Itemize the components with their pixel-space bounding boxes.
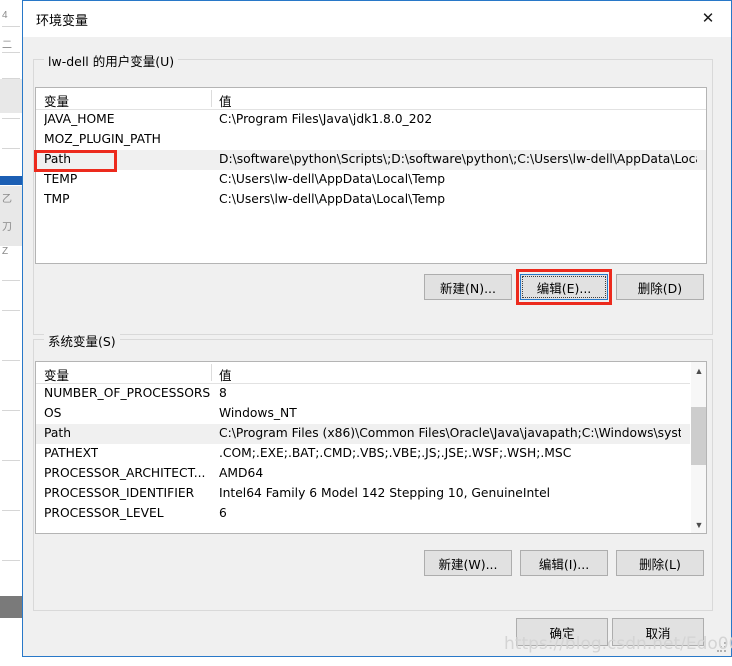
user-variables-legend: lw-dell 的用户变量(U): [44, 51, 179, 70]
chevron-down-icon[interactable]: ▼: [691, 516, 706, 533]
window-title: 环境变量: [36, 14, 89, 29]
cell-variable-name: OS: [44, 406, 62, 420]
user-variables-list[interactable]: 变量 值 JAVA_HOME C:\Program Files\Java\jdk…: [35, 87, 707, 264]
system-variables-legend: 系统变量(S): [44, 331, 120, 350]
chevron-up-icon[interactable]: ▲: [691, 362, 706, 379]
bg-row-text: Z: [2, 246, 9, 257]
system-list-rows: NUMBER_OF_PROCESSORS 8 OS Windows_NT Pat…: [36, 384, 706, 524]
system-list-header: 变量 值: [36, 362, 706, 384]
title-bar: 环境变量 ✕: [23, 1, 731, 37]
cell-variable-value: AMD64: [219, 466, 264, 480]
user-list-rows: JAVA_HOME C:\Program Files\Java\jdk1.8.0…: [36, 110, 706, 210]
cell-variable-name: PATHEXT: [44, 446, 99, 460]
system-col-variable[interactable]: 变量: [44, 365, 69, 384]
table-row[interactable]: OS Windows_NT: [36, 404, 706, 424]
scrollbar-thumb[interactable]: [691, 407, 706, 465]
user-list-header: 变量 值: [36, 88, 706, 110]
table-row[interactable]: NUMBER_OF_PROCESSORS 8: [36, 384, 706, 404]
delete-system-variable-button[interactable]: 删除(L): [616, 550, 704, 576]
bg-row-text: 乙: [2, 194, 12, 205]
cell-variable-name: PROCESSOR_ARCHITECT...: [44, 466, 206, 480]
dialog-body: lw-dell 的用户变量(U) 变量 值 JAVA_HOME C:\Progr…: [23, 37, 731, 656]
user-col-variable[interactable]: 变量: [44, 91, 69, 110]
bg-row-text: 刀: [2, 222, 12, 233]
cell-variable-name: Path: [44, 152, 72, 166]
background-window-sliver: 4 二 乙 刀 Z: [0, 0, 22, 666]
edit-user-variable-button[interactable]: 编辑(E)...: [520, 274, 608, 300]
cell-variable-name: Path: [44, 426, 72, 440]
watermark: https://blog.csdn.net/Edo00700: [504, 634, 732, 654]
delete-system-variable-label: 删除(L): [639, 556, 681, 572]
table-row[interactable]: JAVA_HOME C:\Program Files\Java\jdk1.8.0…: [36, 110, 706, 130]
delete-user-variable-label: 删除(D): [637, 280, 683, 296]
edit-user-variable-label: 编辑(E)...: [536, 280, 592, 296]
cell-variable-value: C:\Program Files\Java\jdk1.8.0_202: [219, 112, 433, 126]
table-row[interactable]: PROCESSOR_IDENTIFIER Intel64 Family 6 Mo…: [36, 484, 706, 504]
new-system-variable-button[interactable]: 新建(W)...: [424, 550, 512, 576]
cell-variable-name: TMP: [44, 192, 70, 206]
table-row[interactable]: TMP C:\Users\lw-dell\AppData\Local\Temp: [36, 190, 706, 210]
edit-system-variable-button[interactable]: 编辑(I)...: [520, 550, 608, 576]
close-icon[interactable]: ✕: [685, 1, 731, 36]
new-system-variable-label: 新建(W)...: [438, 556, 498, 572]
cell-variable-value: D:\software\python\Scripts\;D:\software\…: [219, 152, 697, 166]
cell-variable-value: Windows_NT: [219, 406, 297, 420]
cell-variable-name: TEMP: [44, 172, 78, 186]
cell-variable-value: 8: [219, 386, 227, 400]
cell-variable-value: C:\Users\lw-dell\AppData\Local\Temp: [219, 192, 446, 206]
cell-variable-value: Intel64 Family 6 Model 142 Stepping 10, …: [219, 486, 551, 500]
user-col-value[interactable]: 值: [219, 91, 232, 110]
cell-variable-name: MOZ_PLUGIN_PATH: [44, 132, 161, 146]
environment-variables-dialog: 环境变量 ✕ lw-dell 的用户变量(U) 变量 值 JAVA_HOME C…: [22, 0, 732, 657]
bg-row-text: 4: [2, 10, 8, 21]
table-row[interactable]: TEMP C:\Users\lw-dell\AppData\Local\Temp: [36, 170, 706, 190]
system-list-scrollbar[interactable]: ▲ ▼: [690, 362, 706, 533]
table-row[interactable]: PROCESSOR_LEVEL 6: [36, 504, 706, 524]
table-row[interactable]: PROCESSOR_ARCHITECT... AMD64: [36, 464, 706, 484]
system-variables-list[interactable]: 变量 值 NUMBER_OF_PROCESSORS 8 OS Windows_N…: [35, 361, 707, 534]
cell-variable-name: PROCESSOR_IDENTIFIER: [44, 486, 195, 500]
cell-variable-value: .COM;.EXE;.BAT;.CMD;.VBS;.VBE;.JS;.JSE;.…: [219, 446, 572, 460]
cell-variable-name: NUMBER_OF_PROCESSORS: [44, 386, 211, 400]
new-user-variable-label: 新建(N)...: [439, 280, 497, 296]
cell-variable-value: C:\Program Files (x86)\Common Files\Orac…: [219, 426, 681, 440]
table-row[interactable]: Path D:\software\python\Scripts\;D:\soft…: [36, 150, 706, 170]
table-row[interactable]: PATHEXT .COM;.EXE;.BAT;.CMD;.VBS;.VBE;.J…: [36, 444, 706, 464]
cell-variable-name: PROCESSOR_LEVEL: [44, 506, 164, 520]
table-row[interactable]: Path C:\Program Files (x86)\Common Files…: [36, 424, 706, 444]
new-user-variable-button[interactable]: 新建(N)...: [424, 274, 512, 300]
edit-system-variable-label: 编辑(I)...: [538, 556, 590, 572]
delete-user-variable-button[interactable]: 删除(D): [616, 274, 704, 300]
cell-variable-value: C:\Users\lw-dell\AppData\Local\Temp: [219, 172, 446, 186]
bg-row-text: 二: [2, 40, 12, 51]
cell-variable-value: 6: [219, 506, 227, 520]
system-col-value[interactable]: 值: [219, 365, 232, 384]
cell-variable-name: JAVA_HOME: [44, 112, 115, 126]
table-row[interactable]: MOZ_PLUGIN_PATH: [36, 130, 706, 150]
